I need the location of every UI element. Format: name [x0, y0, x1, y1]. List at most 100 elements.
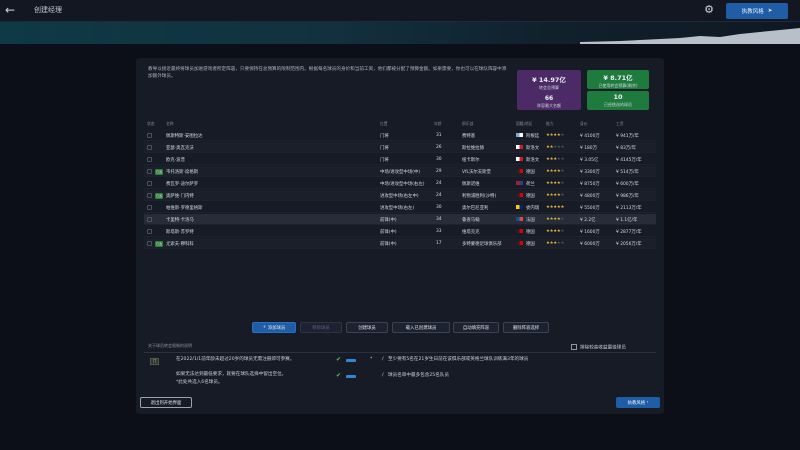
player-name: 尤索夫·穆科科: [166, 242, 194, 247]
create-player-button[interactable]: 创建球员: [346, 322, 388, 333]
table-row[interactable]: 已选 韦托洛斯·席格斯 中场/进攻型中场(中) 29 VfL沃尔夫斯堡 德国 ★★★★★ ¥ …: [144, 166, 656, 177]
player-wage: ¥ 2056万/年: [616, 242, 642, 247]
ability-stars-icon: ★★★★★: [546, 169, 565, 174]
player-wage: ¥ 986万/年: [616, 194, 639, 199]
col-position[interactable]: 位置: [380, 121, 388, 127]
spent-card: ¥ 8.71亿 已使用转会预算(剩余): [587, 70, 649, 89]
player-nationality: 德国: [526, 242, 535, 247]
player-table: 状态 名称 位置 年龄 俱乐部 国籍/地区 能力 身价 工资 佩斯特斯·安图拉达…: [144, 118, 656, 268]
player-value: ¥ 4800万: [580, 194, 600, 199]
gear-icon[interactable]: ⚙: [702, 3, 716, 17]
player-nationality: 阿根廷: [526, 134, 540, 139]
nationality-flag-icon: [516, 157, 525, 163]
checkbox-icon[interactable]: [571, 344, 577, 350]
row-checkbox[interactable]: [147, 145, 152, 150]
ability-stars-icon: ★★★★★: [546, 181, 565, 186]
player-club: 纽卡斯尔: [462, 158, 480, 163]
progress-mini-1: [346, 359, 356, 362]
player-position: 进攻型中场(右左): [380, 206, 415, 211]
load-player-button[interactable]: 载入已创建球员: [392, 322, 450, 333]
player-position: 前锋(中): [380, 230, 397, 235]
nationality-flag-icon: [516, 229, 525, 235]
player-wage: ¥ 1.1亿/年: [616, 218, 638, 223]
col-name[interactable]: 名称: [166, 121, 174, 127]
exit-label: 退出到开始界面: [150, 400, 182, 406]
col-wage[interactable]: 工资: [616, 121, 624, 127]
player-position: 门将: [380, 134, 389, 139]
divider: [144, 352, 656, 353]
table-row[interactable]: 亚瑟·奥瓦克沃 门将 26 斯拉维拉赫 斯洛文 ★★★★★ ¥ 180万 ¥ 83万/年: [144, 142, 656, 153]
nationality-flag-icon: [516, 133, 525, 139]
check-icon: ✔: [336, 372, 342, 379]
player-nationality: 荷兰: [526, 182, 535, 187]
table-row[interactable]: 卡里特·卡洛马 前锋(中) 34 鲁查马翰 法国 ★★★★★ ¥ 2.2亿 ¥ 1.1亿/年: [144, 214, 656, 225]
player-name: 佩斯特斯·安图拉达: [166, 134, 203, 139]
rule-line-1: 在2022/1/1前年龄未超过20岁的球员无需注册即可参赛。: [176, 357, 295, 362]
back-arrow-icon[interactable]: ←: [5, 3, 19, 17]
table-row[interactable]: 已选 尤索夫·穆科科 前锋(中) 17 多特蒙德足球俱乐部 德国 ★★★★★ ¥ 6000万 ¥…: [144, 238, 656, 249]
rules-section-title: 关于球员转会限制的说明: [148, 343, 192, 348]
player-nationality: 德国: [526, 230, 535, 235]
spent-value: ¥ 8.71亿: [603, 74, 633, 82]
player-name: 费瓦罗·迪尔萨罗: [166, 182, 199, 187]
reset-selection-button[interactable]: 删除阵容选择: [503, 322, 549, 333]
player-age: 26: [436, 145, 442, 150]
remove-player-button[interactable]: 移除球员: [300, 322, 342, 333]
player-name: 韦托洛斯·席格斯: [166, 170, 199, 175]
table-row[interactable]: 帕维斯·罗德里格斯 进攻型中场(右左) 30 奥尔巴尼亚利 委内瑞 ★★★★★ ¥ 5500…: [144, 202, 656, 213]
col-ability[interactable]: 能力: [546, 121, 554, 127]
table-row[interactable]: 斯塔斯·苏罗特 前锋(中) 33 维塔克克 德国 ★★★★★ ¥ 1600万 ¥ 2877万/…: [144, 226, 656, 237]
player-age: 31: [436, 133, 442, 138]
continue-top-button[interactable]: 执教风格 ➤: [726, 3, 788, 19]
auto-fill-button[interactable]: 自动填充阵容: [453, 322, 499, 333]
table-row[interactable]: 佩斯特斯·安图拉达 门将 31 费特基 阿根廷 ★★★★★ ¥ 4100万 ¥ 941万/年: [144, 130, 656, 141]
row-checkbox[interactable]: [147, 205, 152, 210]
row-checkbox[interactable]: [147, 193, 152, 198]
col-club[interactable]: 俱乐部: [462, 121, 473, 127]
ability-stars-icon: ★★★★★: [546, 157, 565, 162]
selected-label: 已经挑选的球员: [604, 102, 632, 107]
status-badge: 已选: [155, 169, 163, 175]
create-player-label: 创建球员: [358, 325, 376, 331]
player-wage: ¥ 4145万/年: [616, 158, 642, 163]
exclude-label: 排除较高收益最佳球员: [580, 345, 626, 351]
row-checkbox[interactable]: [147, 181, 152, 186]
continue-button[interactable]: 执教风格 ›: [616, 397, 660, 408]
nationality-flag-icon: [516, 241, 525, 247]
row-checkbox[interactable]: [147, 241, 152, 246]
table-row[interactable]: 费瓦罗·迪尔萨罗 中场/进攻型中场(右左) 24 佩斯诺维 荷兰 ★★★★★ ¥ 8750万…: [144, 178, 656, 189]
row-checkbox[interactable]: [147, 157, 152, 162]
table-row[interactable]: 已选 奥萨维·门内特 进攻型中场(右左中) 24 利物浦胜利(沙特) 德国 ★★★★★ ¥ 4…: [144, 190, 656, 201]
col-age[interactable]: 年龄: [434, 121, 442, 127]
player-position: 前锋(中): [380, 218, 397, 223]
player-club: 利物浦胜利(沙特): [462, 194, 497, 199]
exit-button[interactable]: 退出到开始界面: [140, 397, 192, 408]
player-position: 门将: [380, 146, 389, 151]
table-row[interactable]: 欧克·波普 门将 30 纽卡斯尔 斯洛文 ★★★★★ ¥ 3.05亿 ¥ 4145万/年: [144, 154, 656, 165]
player-position: 中场/进攻型中场(中): [380, 170, 421, 175]
exclude-checkbox[interactable]: 排除较高收益最佳球员: [571, 344, 626, 351]
nationality-flag-icon: [516, 145, 525, 151]
rule-badge: 门: [150, 358, 159, 365]
transfer-budget-value: ¥ 14.97亿: [532, 76, 566, 84]
progress-mini-2: [346, 375, 356, 378]
col-value[interactable]: 身价: [580, 121, 588, 127]
player-value: ¥ 4100万: [580, 134, 600, 139]
col-nationality[interactable]: 国籍/地区: [516, 121, 532, 127]
rule-line-3: *此处共选入6名球员。: [176, 380, 223, 385]
row-checkbox[interactable]: [147, 169, 152, 174]
row-checkbox[interactable]: [147, 229, 152, 234]
player-wage: ¥ 2877万/年: [616, 230, 642, 235]
nationality-flag-icon: [516, 169, 525, 175]
row-checkbox[interactable]: [147, 217, 152, 222]
col-status[interactable]: 状态: [147, 121, 155, 127]
ability-stars-icon: ★★★★★: [546, 229, 565, 234]
add-player-button[interactable]: + 添加球员: [252, 322, 296, 333]
remove-player-label: 移除球员: [312, 325, 330, 331]
add-player-label: 添加球员: [267, 325, 286, 331]
continue-label: 执教风格: [627, 400, 646, 406]
row-checkbox[interactable]: [147, 133, 152, 138]
player-value: ¥ 2.2亿: [580, 218, 596, 223]
header-banner: [0, 22, 800, 44]
player-age: 29: [436, 169, 442, 174]
